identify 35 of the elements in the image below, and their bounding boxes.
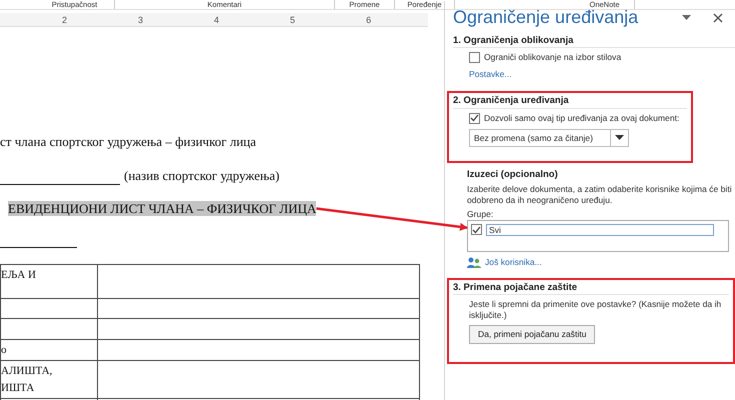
ruler-number: 5 [290,14,296,26]
dropdown-caret-icon[interactable] [682,15,691,20]
ruler-number: 3 [138,14,144,26]
more-users-link[interactable]: Još korisnika... [485,257,542,268]
document-text: (назив спортског удружења) [124,166,280,185]
users-icon [467,256,481,268]
groups-list[interactable]: Svi [467,220,729,252]
editing-type-dropdown[interactable]: Bez promena (samo za čitanje) [469,128,629,147]
checkbox[interactable] [469,52,480,63]
settings-link[interactable]: Postavke... [469,68,735,80]
section-heading: Izuzeci (opcionalno) [467,168,559,180]
description-text: Izaberite delove dokumenta, a zatim odaberite korisnike kojima će biti odobreno da ih neograničeno uređuju. [467,184,732,206]
section-heading: 2. Ograničenja uređivanja [453,93,687,109]
table-cell: АЛИШТА, ИШТА [1,365,52,394]
document-heading: ЕВИДЕНЦИОНИ ЛИСТ ЧЛАНА – ФИЗИЧКОГ ЛИЦА [8,201,316,216]
apply-protection-button[interactable]: Da, primeni pojačanu zaštitu [469,325,596,344]
checkbox[interactable] [471,224,482,236]
section-heading: 3. Primena pojačane zaštite [453,280,729,296]
table-cell: о [1,344,6,356]
question-text: Jeste li spremni da primenite ove postavke? (Kasnije možete da ih isključite.) [469,299,722,322]
table-cell: ЕЉА И [1,268,36,280]
close-icon[interactable] [713,12,723,23]
field-label: Grupe: [467,209,494,220]
section-heading: 1. Ograničenja oblikovanja [453,32,735,48]
group-name[interactable]: Svi [486,224,714,236]
ruler-number: 2 [62,14,68,26]
ruler-number: 6 [366,14,372,26]
ruler-number: 4 [214,14,220,26]
checkbox-label: Ograniči oblikovanje na izbor stilova [484,52,622,63]
checkbox[interactable] [469,112,480,124]
fill-in-line[interactable] [0,246,77,248]
pane-title: Ograničenje uređivanja [453,7,640,29]
caret-icon [615,135,624,140]
document-text: ст члана спортског удружења – физичког лица [0,133,258,151]
checkbox-label: Dozvoli samo ovaj tip uređivanja za ovaj dokument: [484,113,680,124]
